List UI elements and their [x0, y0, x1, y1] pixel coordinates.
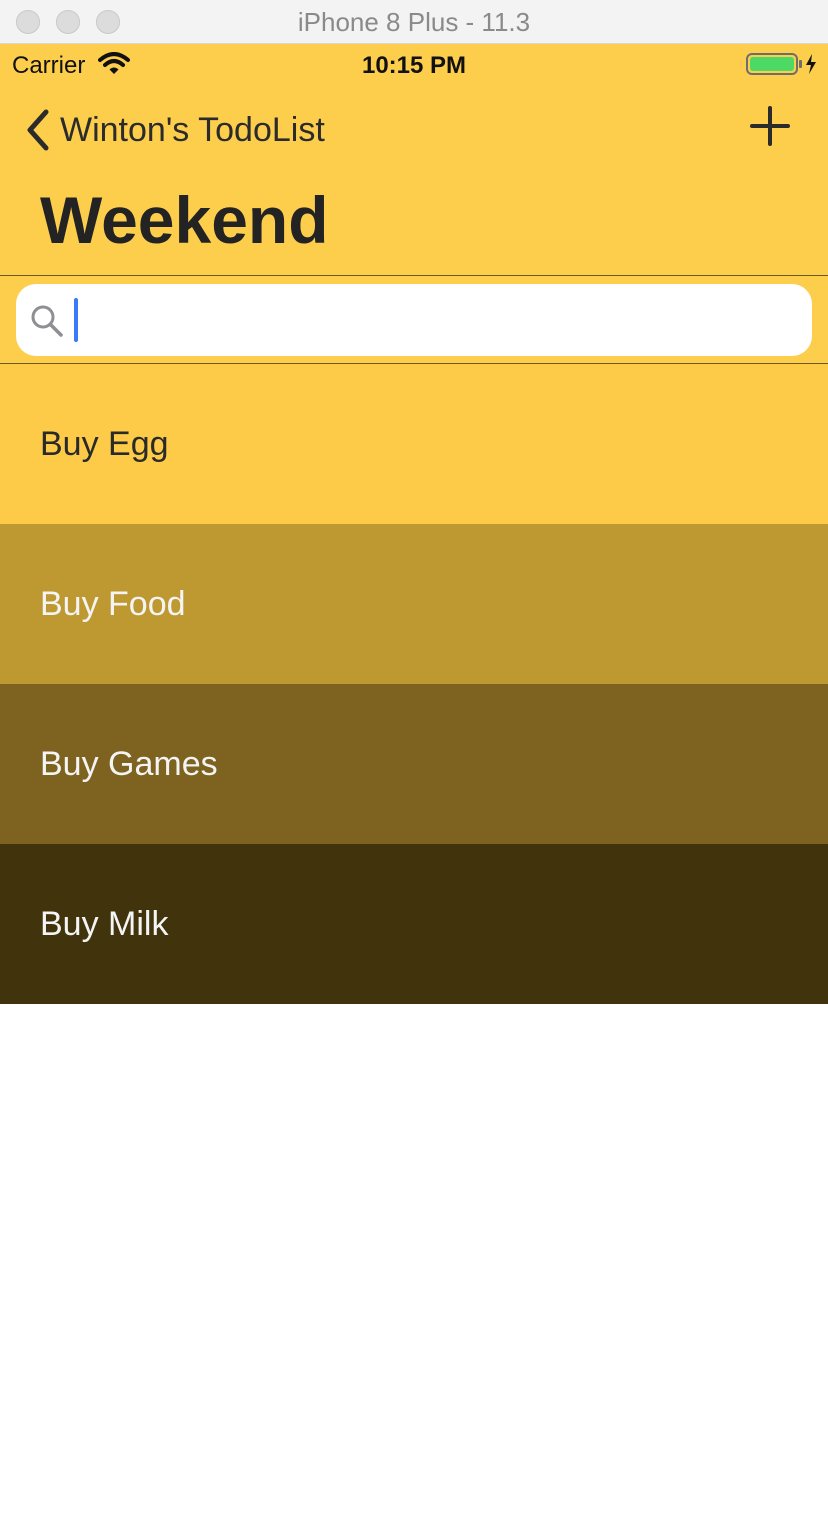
list-item-label: Buy Food: [40, 585, 186, 623]
device-screen: Carrier 10:15 PM Winton's TodoList Weeke…: [0, 44, 828, 1516]
chevron-left-icon: [27, 109, 49, 151]
status-time: 10:15 PM: [361, 52, 467, 79]
list-item[interactable]: Buy Milk: [0, 844, 828, 1004]
back-button-label: Winton's TodoList: [60, 110, 325, 149]
list-item[interactable]: Buy Food: [0, 524, 828, 684]
nav-bar: Winton's TodoList: [0, 88, 828, 172]
window-title: iPhone 8 Plus - 11.3: [297, 7, 531, 37]
navigation-header: Carrier 10:15 PM Winton's TodoList Weeke…: [0, 44, 828, 276]
list-item-label: Buy Egg: [40, 425, 169, 463]
list-item[interactable]: Buy Egg: [0, 364, 828, 524]
page-title: Weekend: [40, 183, 329, 257]
status-bar: Carrier 10:15 PM: [0, 44, 828, 88]
back-button[interactable]: Winton's TodoList: [22, 108, 325, 152]
list-item-label: Buy Milk: [40, 905, 169, 943]
search-icon: [31, 305, 63, 337]
battery-charging-icon: [746, 53, 816, 75]
plus-icon[interactable]: [748, 104, 792, 148]
search-input[interactable]: [76, 294, 796, 346]
simulator-title-bar: iPhone 8 Plus - 11.3: [0, 0, 828, 44]
list-item-label: Buy Games: [40, 745, 218, 783]
list-item[interactable]: Buy Games: [0, 684, 828, 844]
search-bar: [0, 276, 828, 364]
todo-list: Buy Egg Buy Food Buy Games Buy Milk: [0, 364, 828, 1004]
search-field[interactable]: [16, 284, 812, 356]
